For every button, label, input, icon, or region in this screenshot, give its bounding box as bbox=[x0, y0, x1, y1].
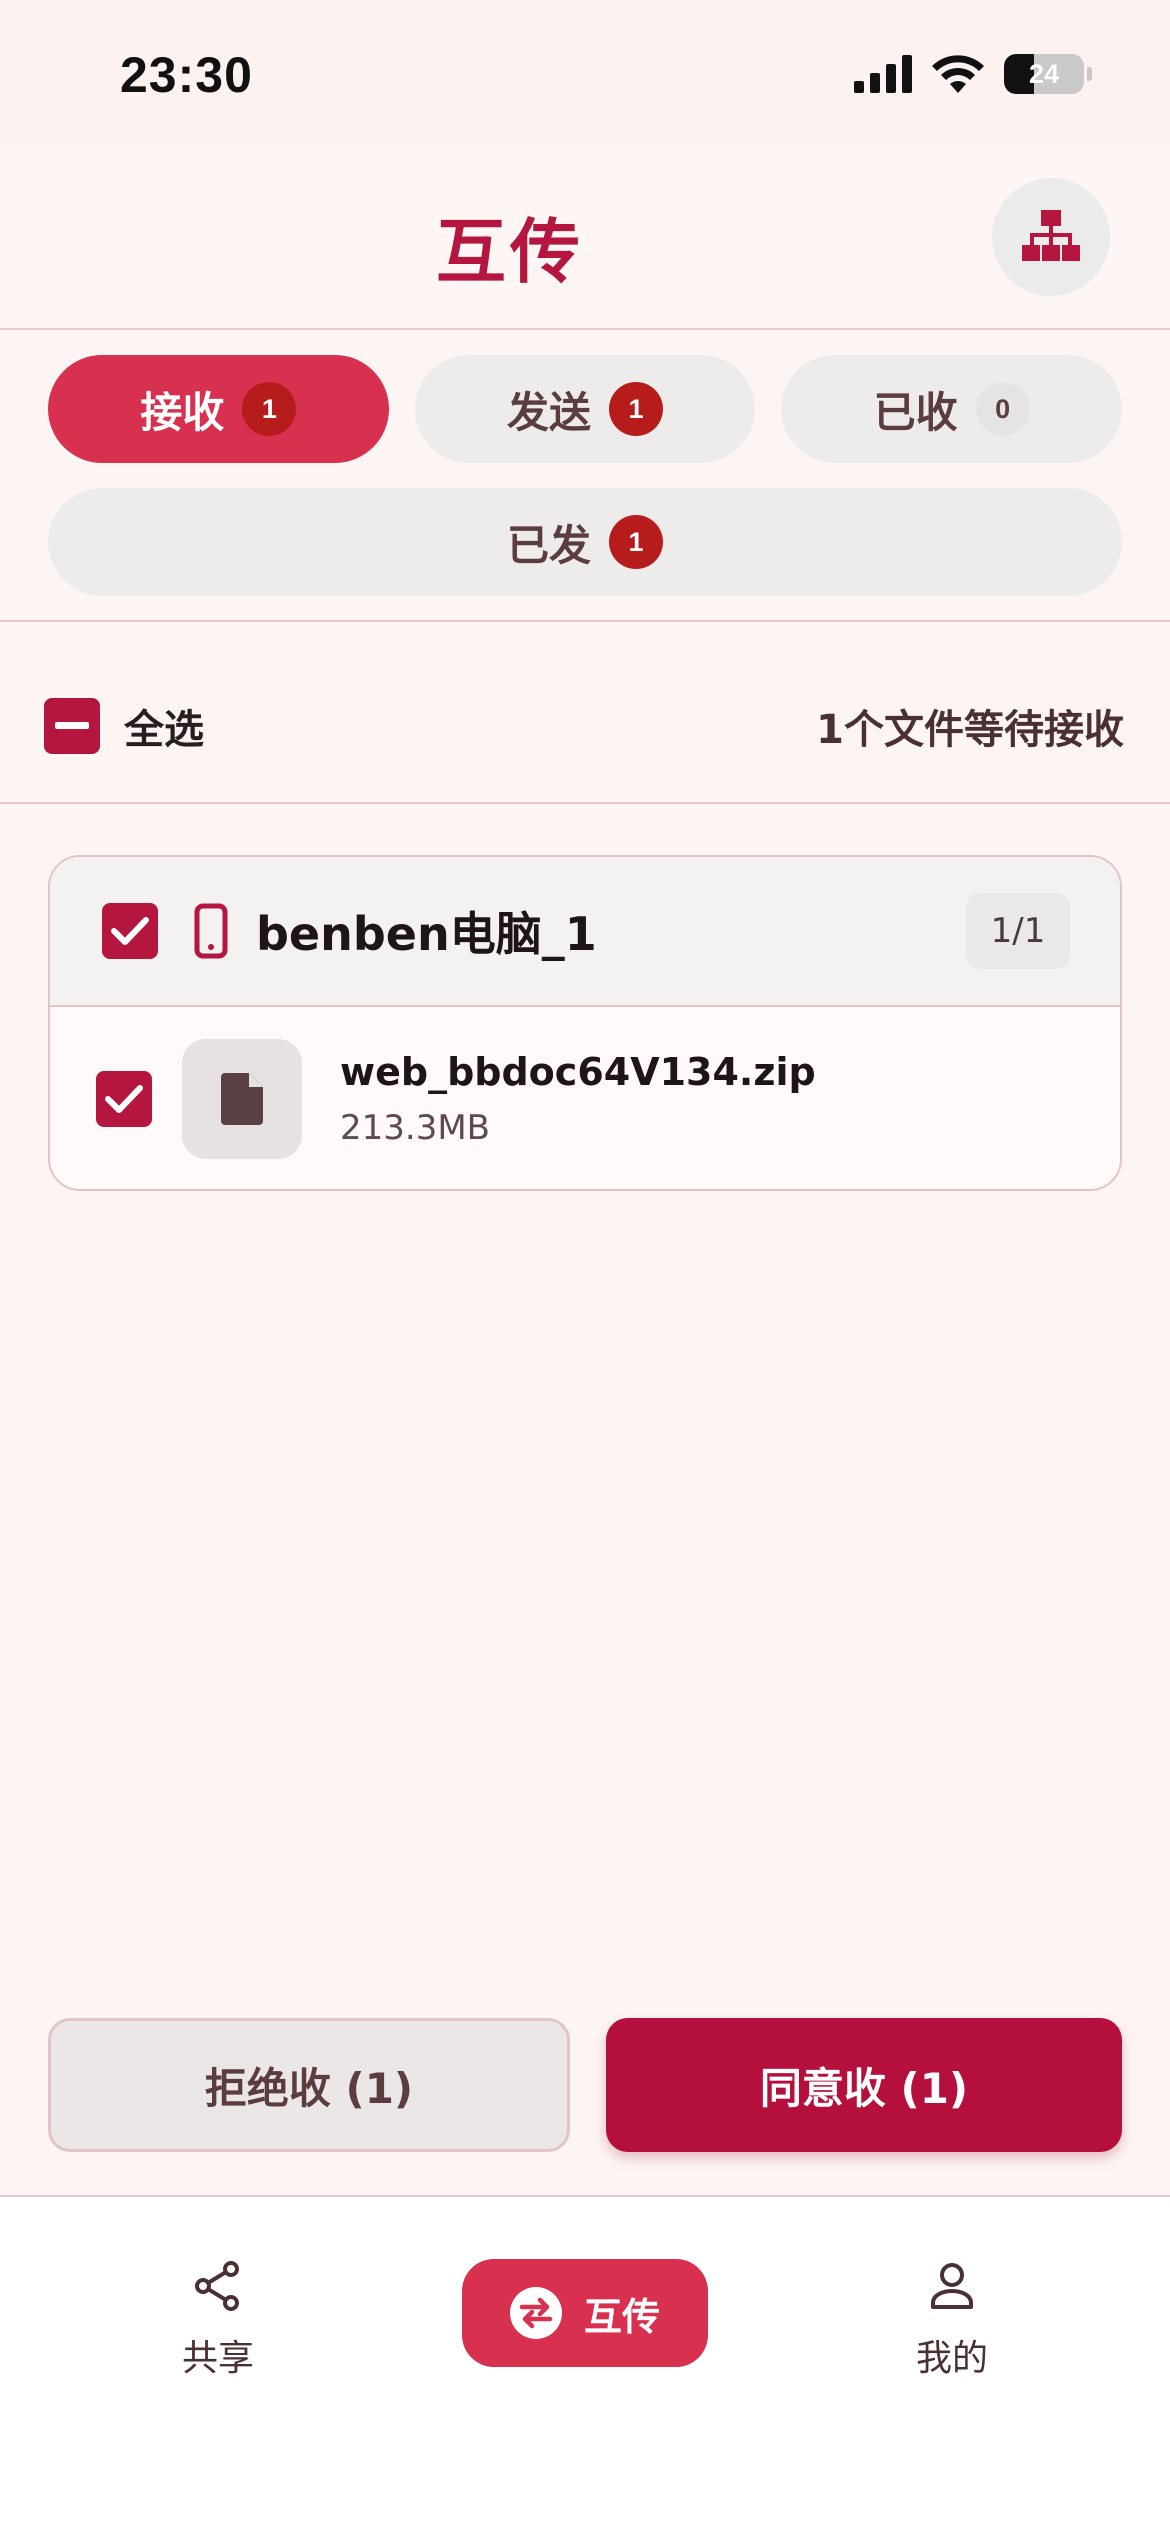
tab-bar: 接收 1 发送 1 已收 0 已发 1 bbox=[48, 355, 1123, 621]
divider bbox=[0, 802, 1170, 804]
tab-label: 已发 bbox=[506, 520, 591, 570]
status-icons: 24 bbox=[854, 54, 1092, 94]
network-icon bbox=[1022, 210, 1080, 261]
device-header[interactable]: benben电脑_1 1/1 bbox=[50, 857, 1120, 1007]
network-button[interactable] bbox=[992, 178, 1110, 296]
swap-icon bbox=[509, 2287, 562, 2339]
nav-label: 我的 bbox=[915, 2338, 988, 2379]
file-icon bbox=[221, 1073, 263, 1125]
battery-level: 24 bbox=[1028, 59, 1060, 89]
divider bbox=[0, 620, 1170, 622]
check-icon bbox=[111, 917, 149, 945]
tab-sent[interactable]: 已发 1 bbox=[48, 488, 1122, 596]
device-name: benben电脑_1 bbox=[256, 907, 597, 961]
tab-label: 接收 bbox=[140, 387, 225, 437]
check-icon bbox=[105, 1085, 143, 1113]
tab-received[interactable]: 已收 0 bbox=[781, 355, 1123, 463]
reject-button[interactable]: 拒绝收 (1) bbox=[48, 2018, 570, 2152]
count-badge: 1 bbox=[609, 382, 664, 436]
file-item[interactable]: web_bbdoc64V134.zip 213.3MB bbox=[50, 1007, 1120, 1189]
bottom-nav: 共享 互传 我的 bbox=[0, 2195, 1170, 2532]
file-size: 213.3MB bbox=[340, 1108, 490, 1148]
nav-label: 共享 bbox=[181, 2338, 254, 2379]
wifi-icon bbox=[932, 55, 984, 93]
tab-receive[interactable]: 接收 1 bbox=[48, 355, 389, 463]
action-bar: 拒绝收 (1) 同意收 (1) bbox=[48, 2018, 1122, 2152]
nav-label: 互传 bbox=[583, 2294, 660, 2339]
battery-icon: 24 bbox=[1004, 54, 1084, 94]
file-name: web_bbdoc64V134.zip bbox=[340, 1050, 816, 1094]
tab-label: 已收 bbox=[873, 387, 958, 437]
file-info: web_bbdoc64V134.zip 213.3MB bbox=[340, 1050, 816, 1148]
count-badge: 1 bbox=[609, 515, 663, 569]
device-file-group: benben电脑_1 1/1 web_bbdoc64V134.zip 213.3… bbox=[48, 855, 1122, 1191]
phone-icon bbox=[194, 903, 228, 959]
accept-button[interactable]: 同意收 (1) bbox=[606, 2018, 1122, 2152]
file-checkbox[interactable] bbox=[96, 1071, 152, 1127]
header: 互传 bbox=[0, 142, 1170, 330]
nav-share[interactable]: 共享 bbox=[118, 2259, 318, 2381]
tab-label: 发送 bbox=[507, 387, 592, 437]
count-badge: 0 bbox=[975, 382, 1030, 436]
signal-icon bbox=[854, 55, 912, 93]
file-count-chip: 1/1 bbox=[966, 893, 1070, 969]
select-all-checkbox[interactable] bbox=[44, 698, 100, 754]
pending-count-text: 1个文件等待接收 bbox=[816, 707, 1124, 753]
device-checkbox[interactable] bbox=[102, 903, 158, 959]
indeterminate-icon bbox=[55, 722, 89, 729]
nav-transfer[interactable]: 互传 bbox=[462, 2259, 708, 2367]
status-bar: 23:30 24 bbox=[0, 0, 1170, 142]
file-thumbnail bbox=[182, 1039, 302, 1159]
select-all-bar: 全选 1个文件等待接收 bbox=[44, 695, 1124, 757]
tab-send[interactable]: 发送 1 bbox=[414, 355, 756, 463]
user-icon bbox=[931, 2263, 973, 2309]
count-badge: 1 bbox=[242, 382, 297, 436]
share-icon bbox=[195, 2261, 239, 2311]
select-all-label: 全选 bbox=[124, 707, 204, 753]
status-time: 23:30 bbox=[120, 47, 253, 103]
nav-me[interactable]: 我的 bbox=[852, 2259, 1052, 2381]
battery-tip bbox=[1087, 67, 1092, 81]
